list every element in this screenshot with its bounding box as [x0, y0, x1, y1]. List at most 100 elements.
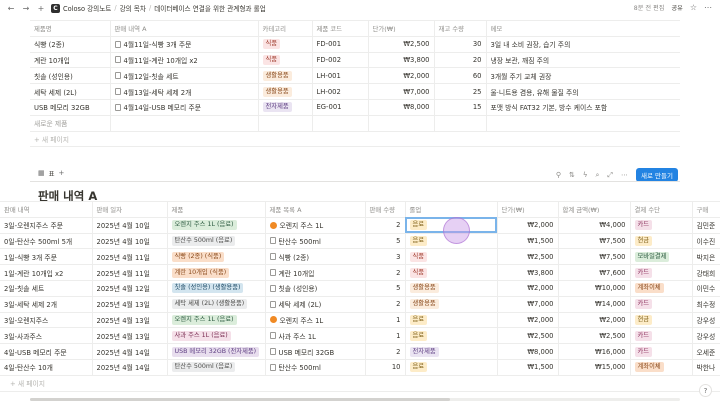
- filter-icon[interactable]: ⚲: [556, 171, 561, 179]
- col-header-code[interactable]: 제품 코드: [312, 20, 369, 37]
- code-cell[interactable]: LH-001: [312, 67, 369, 85]
- buyer-cell[interactable]: 이수진: [692, 233, 720, 250]
- product-list-cell[interactable]: 세탁 세제 (2L): [265, 296, 366, 313]
- sale-name-cell[interactable]: 0일-탄산수 500ml 5개: [0, 233, 93, 250]
- total-cell[interactable]: ₩10,000: [558, 280, 631, 297]
- rollup-cell[interactable]: 식품: [405, 264, 498, 281]
- product-list-cell[interactable]: 사과 주스 1L: [265, 327, 366, 345]
- stock-cell[interactable]: 15: [434, 99, 487, 116]
- quantity-cell[interactable]: 1: [365, 312, 406, 329]
- payment-cell[interactable]: 카드: [630, 343, 693, 360]
- total-cell[interactable]: ₩7,500: [558, 248, 631, 266]
- quantity-cell[interactable]: 2: [365, 217, 406, 234]
- code-cell[interactable]: FD-001: [312, 36, 369, 53]
- product-list-cell[interactable]: 칫솔 (성인용): [265, 280, 366, 297]
- col-header-price[interactable]: 단가(₩): [368, 20, 435, 37]
- memo-cell[interactable]: 3일 내 소비 권장, 습기 주의: [486, 36, 680, 53]
- total-cell[interactable]: ₩4,000: [558, 217, 631, 234]
- product-cell[interactable]: 오렌지 주스 1L (음료): [167, 217, 266, 234]
- product-cell[interactable]: 사과 주스 1L (음료): [167, 327, 266, 345]
- sales-relation-cell[interactable]: 4월14일-USB 메모리 주문: [110, 99, 259, 116]
- breadcrumb-item-page[interactable]: 데이터베이스 연결을 위한 관계형과 롤업: [154, 3, 266, 13]
- category-cell[interactable]: 전자제품: [258, 99, 313, 116]
- product-name-cell[interactable]: USB 메모리 32GB: [30, 99, 111, 116]
- table-row[interactable]: 4일-USB 메모리 주문 2025년 4월 14일 USB 메모리 32GB (전…: [0, 343, 720, 360]
- col-header-category[interactable]: 카테고리: [258, 20, 313, 37]
- empty-cell[interactable]: [312, 115, 369, 132]
- product-cell[interactable]: 식빵 (2종) (식품): [167, 248, 266, 266]
- rollup-cell[interactable]: 생활용품: [405, 296, 498, 313]
- unit-price-cell[interactable]: ₩1,500: [497, 359, 559, 376]
- relation-link[interactable]: 칫솔 (성인용): [269, 283, 361, 293]
- forward-arrow-icon[interactable]: →: [21, 3, 31, 13]
- empty-cell[interactable]: [434, 115, 487, 132]
- product-cell[interactable]: 탄산수 500ml (음료): [167, 233, 266, 250]
- price-cell[interactable]: ₩3,800: [368, 52, 435, 69]
- total-cell[interactable]: ₩7,600: [558, 264, 631, 281]
- payment-cell[interactable]: 카드: [630, 264, 693, 281]
- product-name-cell[interactable]: 식빵 (2종): [30, 36, 111, 53]
- quantity-cell[interactable]: 2: [365, 343, 406, 360]
- unit-price-cell[interactable]: ₩3,800: [497, 264, 559, 281]
- quantity-cell[interactable]: 3: [365, 248, 406, 266]
- quantity-cell[interactable]: 5: [365, 280, 406, 297]
- code-cell[interactable]: FD-002: [312, 52, 369, 69]
- table-row[interactable]: 2일-칫솔 세트 2025년 4월 12일 칫솔 (성인용) (생활용품) 칫솔 (성…: [0, 280, 720, 297]
- table-row[interactable]: 3일-오렌지주스 2025년 4월 13일 오렌지 주스 1L (음료) 오렌지 주스…: [0, 312, 720, 329]
- payment-cell[interactable]: 현금: [630, 312, 693, 329]
- unit-price-cell[interactable]: ₩8,000: [497, 343, 559, 360]
- sale-date-cell[interactable]: 2025년 4월 13일: [92, 327, 168, 345]
- price-cell[interactable]: ₩8,000: [368, 99, 435, 116]
- total-cell[interactable]: ₩2,500: [558, 327, 631, 345]
- quantity-cell[interactable]: 5: [365, 233, 406, 250]
- more-icon[interactable]: ⋯: [704, 3, 712, 12]
- table-row[interactable]: 0일-탄산수 500ml 5개 2025년 4월 10일 탄산수 500ml (음료…: [0, 233, 720, 250]
- code-cell[interactable]: LH-002: [312, 83, 369, 100]
- col-header-total[interactable]: 합계 금액(₩): [558, 201, 631, 218]
- payment-cell[interactable]: 현금: [630, 233, 693, 250]
- table-row[interactable]: 계란 10개입 4월11일-계란 10개입 x2 식품 FD-002 ₩3,800 20 냉…: [30, 52, 680, 69]
- relation-link[interactable]: 오렌지 주스 1L: [269, 315, 361, 325]
- sale-name-cell[interactable]: 4일-탄산수 10개: [0, 359, 93, 376]
- sale-date-cell[interactable]: 2025년 4월 10일: [92, 217, 168, 234]
- relation-link[interactable]: 4월13일-세탁 세제 2개: [114, 87, 254, 97]
- empty-cell[interactable]: [258, 115, 313, 132]
- relation-link[interactable]: 탄산수 500ml: [269, 236, 361, 246]
- buyer-cell[interactable]: 강우성: [692, 327, 720, 345]
- table-row[interactable]: 식빵 (2종) 4월11일-식빵 3개 주문 식품 FD-001 ₩2,500 30 3일 …: [30, 36, 680, 53]
- col-header-quantity[interactable]: 판매 수량: [365, 201, 406, 218]
- search-icon[interactable]: ⌕: [596, 171, 600, 180]
- memo-cell[interactable]: 3개월 주기 교체 권장: [486, 67, 680, 85]
- stock-cell[interactable]: 30: [434, 36, 487, 53]
- buyer-cell[interactable]: 최수정: [692, 296, 720, 313]
- add-page-row[interactable]: + 새 페이지: [0, 375, 720, 392]
- tab-table-view[interactable]: 표: [49, 169, 55, 178]
- table-row[interactable]: USB 메모리 32GB 4월14일-USB 메모리 주문 전자제품 EG-001 ₩8…: [30, 99, 680, 116]
- memo-cell[interactable]: 울·니트용 겸용, 유해 물질 주의: [486, 83, 680, 100]
- col-header-unit-price[interactable]: 단가(₩): [497, 201, 559, 218]
- rollup-cell[interactable]: 음료: [405, 359, 498, 376]
- code-cell[interactable]: EG-001: [312, 99, 369, 116]
- unit-price-cell[interactable]: ₩1,500: [497, 233, 559, 250]
- payment-cell[interactable]: 카드: [630, 327, 693, 345]
- memo-cell[interactable]: 냉장 보관, 깨짐 주의: [486, 52, 680, 69]
- payment-cell[interactable]: 계좌이체: [630, 359, 693, 376]
- relation-link[interactable]: 세탁 세제 (2L): [269, 299, 361, 309]
- sale-name-cell[interactable]: 4일-USB 메모리 주문: [0, 343, 93, 360]
- relation-link[interactable]: 4월11일-계란 10개입 x2: [114, 55, 254, 65]
- product-cell[interactable]: 오렌지 주스 1L (음료): [167, 312, 266, 329]
- sale-date-cell[interactable]: 2025년 4월 14일: [92, 343, 168, 360]
- sale-date-cell[interactable]: 2025년 4월 13일: [92, 312, 168, 329]
- rollup-cell[interactable]: 전자제품: [405, 343, 498, 360]
- buyer-cell[interactable]: 박지은: [692, 248, 720, 266]
- sale-date-cell[interactable]: 2025년 4월 13일: [92, 296, 168, 313]
- unit-price-cell[interactable]: ₩2,000: [497, 312, 559, 329]
- empty-cell[interactable]: [110, 115, 259, 132]
- buyer-cell[interactable]: 박한나: [692, 359, 720, 376]
- help-icon[interactable]: ?: [699, 384, 712, 397]
- payment-cell[interactable]: 모바일결제: [630, 248, 693, 266]
- star-icon[interactable]: ☆: [690, 3, 697, 12]
- product-cell[interactable]: 계란 10개입 (식품): [167, 264, 266, 281]
- sale-name-cell[interactable]: 3일-오렌지주스: [0, 312, 93, 329]
- more-options-icon[interactable]: ⋯: [621, 171, 628, 179]
